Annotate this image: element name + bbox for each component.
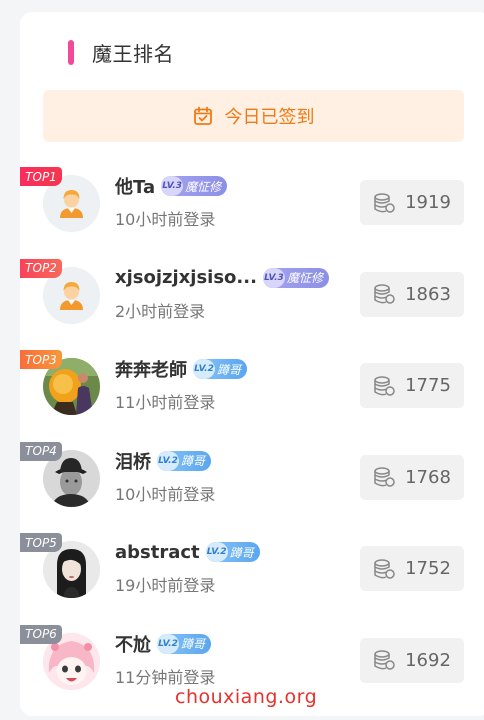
last-login: 10小时前登录	[115, 210, 216, 229]
rank-badge: TOP4	[20, 441, 62, 461]
coin-stack-icon	[373, 466, 395, 488]
user-info: xjsojzjxjsiso... LV.3 魔怔修 2小时前登录	[115, 264, 329, 322]
last-login: 2小时前登录	[115, 301, 206, 321]
ranking-row[interactable]: TOP3 奔奔老師 LV.2 蹲哥 11小时前登录 1775	[20, 347, 484, 439]
ranking-title: 魔王排名	[92, 41, 174, 66]
rank-badge: TOP6	[20, 624, 62, 644]
username[interactable]: 不尬	[115, 631, 151, 657]
rank-badge: TOP1	[20, 167, 62, 186]
level-title: 蹲哥	[181, 637, 206, 651]
calendar-check-icon	[193, 106, 213, 126]
level-tag: LV.3	[262, 267, 285, 288]
coin-value: 1863	[405, 283, 451, 305]
last-login: 19小时前登录	[115, 576, 216, 595]
last-login: 11分钟前登录	[115, 667, 216, 687]
ranking-row[interactable]: TOP4 泪桥 LV.2 蹲哥 10小时前登录 1768	[20, 439, 484, 531]
username[interactable]: xjsojzjxjsiso...	[115, 267, 257, 288]
coin-stack-icon	[373, 375, 395, 397]
last-login: 11小时前登录	[115, 393, 216, 412]
ranking-header: 魔王排名	[68, 36, 174, 68]
rank-badge: TOP5	[20, 533, 62, 552]
coin-stack-icon	[373, 558, 395, 580]
rank-badge: TOP3	[20, 350, 62, 369]
last-login: 10小时前登录	[115, 484, 216, 504]
title-accent-bar	[68, 39, 74, 65]
coin-count[interactable]: 1775	[360, 363, 464, 408]
level-badge: LV.2 蹲哥	[157, 450, 212, 471]
ranking-row[interactable]: TOP2 xjsojzjxjsiso... LV.3 魔怔修 2小时前登录 18…	[20, 256, 484, 348]
user-info: abstract LV.2 蹲哥 19小时前登录	[115, 538, 260, 596]
coin-value: 1692	[405, 649, 451, 671]
coin-stack-icon	[373, 283, 395, 305]
level-title: 魔怔修	[286, 271, 323, 285]
ranking-card: 魔王排名 今日已签到 TOP1 他Ta LV.3 魔怔修 10小时前登录 191…	[20, 12, 484, 716]
watermark-text: chouxiang.org	[175, 686, 318, 708]
ranking-list: TOP1 他Ta LV.3 魔怔修 10小时前登录 1919 TOP2 xjso…	[20, 164, 484, 713]
level-tag: LV.2	[193, 359, 215, 379]
level-badge: LV.2 蹲哥	[157, 633, 212, 654]
level-title: 蹲哥	[229, 545, 254, 560]
coin-count[interactable]: 1692	[360, 637, 464, 683]
coin-value: 1768	[405, 466, 451, 488]
user-info: 泪桥 LV.2 蹲哥 10小时前登录	[115, 447, 215, 505]
coin-value: 1919	[405, 192, 451, 213]
username[interactable]: abstract	[115, 542, 200, 563]
level-tag: LV.2	[205, 542, 228, 562]
checkin-button[interactable]: 今日已签到	[43, 90, 464, 142]
coin-count[interactable]: 1919	[360, 180, 464, 225]
level-badge: LV.3 魔怔修	[161, 176, 228, 196]
rank-badge: TOP2	[20, 258, 62, 278]
ranking-row[interactable]: TOP1 他Ta LV.3 魔怔修 10小时前登录 1919	[20, 164, 484, 256]
level-tag: LV.2	[157, 633, 179, 654]
user-info: 不尬 LV.2 蹲哥 11分钟前登录	[115, 630, 215, 688]
level-badge: LV.2 蹲哥	[205, 542, 260, 562]
level-title: 魔怔修	[185, 179, 222, 194]
coin-count[interactable]: 1768	[360, 454, 464, 500]
coin-count[interactable]: 1752	[360, 546, 464, 591]
level-tag: LV.2	[157, 450, 179, 471]
level-title: 蹲哥	[181, 454, 206, 468]
username[interactable]: 奔奔老師	[115, 356, 187, 382]
coin-stack-icon	[373, 649, 395, 671]
coin-value: 1752	[405, 558, 451, 579]
ranking-row[interactable]: TOP5 abstract LV.2 蹲哥 19小时前登录 1752	[20, 530, 484, 622]
level-badge: LV.3 魔怔修	[262, 267, 329, 288]
level-badge: LV.2 蹲哥	[193, 359, 248, 379]
level-title: 蹲哥	[217, 362, 242, 377]
coin-value: 1775	[405, 375, 451, 396]
level-tag: LV.3	[161, 176, 184, 196]
checkin-label: 今日已签到	[224, 107, 315, 128]
username[interactable]: 他Ta	[115, 173, 155, 199]
coin-stack-icon	[373, 192, 395, 214]
user-info: 他Ta LV.3 魔怔修 10小时前登录	[115, 172, 228, 230]
username[interactable]: 泪桥	[115, 448, 151, 474]
user-info: 奔奔老師 LV.2 蹲哥 11小时前登录	[115, 355, 248, 413]
coin-count[interactable]: 1863	[360, 271, 464, 317]
